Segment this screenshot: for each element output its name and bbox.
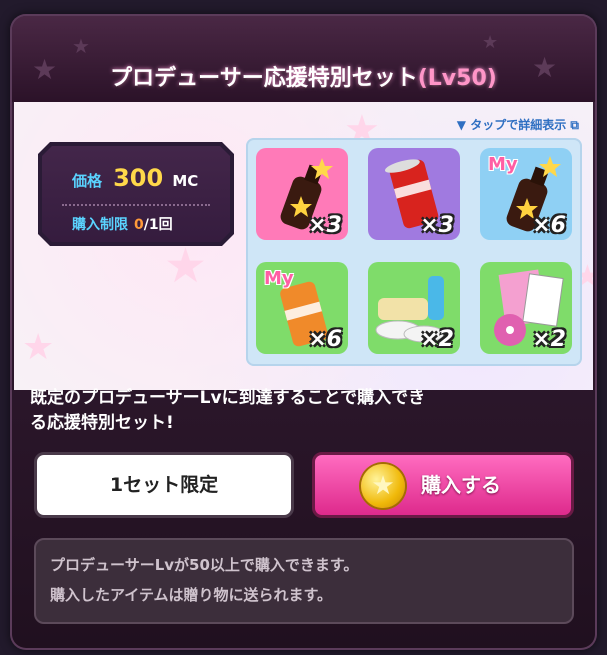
dialog-title: プロデューサー応援特別セット(Lv50) <box>12 60 595 92</box>
triangle-down-icon: ▼ <box>456 118 467 132</box>
star-decoration-icon: ★ <box>22 327 55 368</box>
coin-icon: ★ <box>361 464 405 508</box>
notice-box: プロデューサーLvが50以上で購入できます。 購入したアイテムは贈り物に送られま… <box>34 538 574 624</box>
one-set-limit-button[interactable]: 1セット限定 <box>34 452 294 518</box>
notice-line: 購入したアイテムは贈り物に送られます。 <box>50 586 333 604</box>
purchase-button[interactable]: ★ 購入する <box>312 452 574 518</box>
items-panel: ×3 ×3 My ×6 My ×6 ×2 ×2 <box>246 138 582 366</box>
detail-link-label: タップで詳細表示 <box>470 118 567 132</box>
item-quantity: ×3 <box>308 213 342 238</box>
item-slot[interactable]: My ×6 <box>256 262 348 354</box>
price-row: 価格 300 MC <box>72 164 198 192</box>
item-badge: My <box>488 154 518 175</box>
item-slot[interactable]: ×3 <box>256 148 348 240</box>
item-quantity: ×6 <box>308 327 342 352</box>
item-quantity: ×3 <box>420 213 454 238</box>
star-decoration-icon: ★ <box>164 238 208 294</box>
item-slot[interactable]: ×3 <box>368 148 460 240</box>
content-area: ★ ★ ★ ★ ▼ タップで詳細表示 ⧉ 価格 300 MC 購入制限0/1回 <box>14 102 593 390</box>
item-quantity: ×2 <box>532 327 566 352</box>
item-slot[interactable]: ×2 <box>480 262 572 354</box>
star-decoration-icon: ★ <box>72 34 90 58</box>
price-card: 価格 300 MC 購入制限 0/1回 <box>38 142 234 246</box>
dialog-header: ★ ★ ★ ★ プロデューサー応援特別セット(Lv50) <box>12 16 595 102</box>
description-line: る応援特別セット! <box>30 413 174 433</box>
item-quantity: ×6 <box>532 213 566 238</box>
title-text: プロデューサー応援特別セット <box>110 66 418 91</box>
notice-line: プロデューサーLvが50以上で購入できます。 <box>50 556 359 574</box>
title-level: (Lv50) <box>417 66 497 91</box>
star-decoration-icon: ★ <box>482 32 499 53</box>
limit-total: /1回 <box>143 217 173 233</box>
item-slot[interactable]: My ×6 <box>480 148 572 240</box>
item-badge: My <box>264 268 294 289</box>
detail-link[interactable]: ▼ タップで詳細表示 ⧉ <box>457 116 579 133</box>
item-quantity: ×2 <box>420 327 454 352</box>
price-unit: MC <box>172 172 199 190</box>
set-description: 既定のプロデューサーLvに到達することで購入でき る応援特別セット! <box>30 386 580 436</box>
price-label: 価格 <box>72 172 103 190</box>
divider <box>62 204 210 206</box>
description-line: 既定のプロデューサーLvに到達することで購入でき <box>30 388 426 408</box>
purchase-limit-row: 購入制限 0/1回 <box>72 214 173 234</box>
purchase-button-label: 購入する <box>421 473 501 497</box>
limit-current: 0 <box>134 217 144 233</box>
limit-label: 購入制限 <box>72 217 128 233</box>
item-slot[interactable]: ×2 <box>368 262 460 354</box>
external-window-icon: ⧉ <box>570 118 579 132</box>
price-value: 300 <box>113 164 164 192</box>
